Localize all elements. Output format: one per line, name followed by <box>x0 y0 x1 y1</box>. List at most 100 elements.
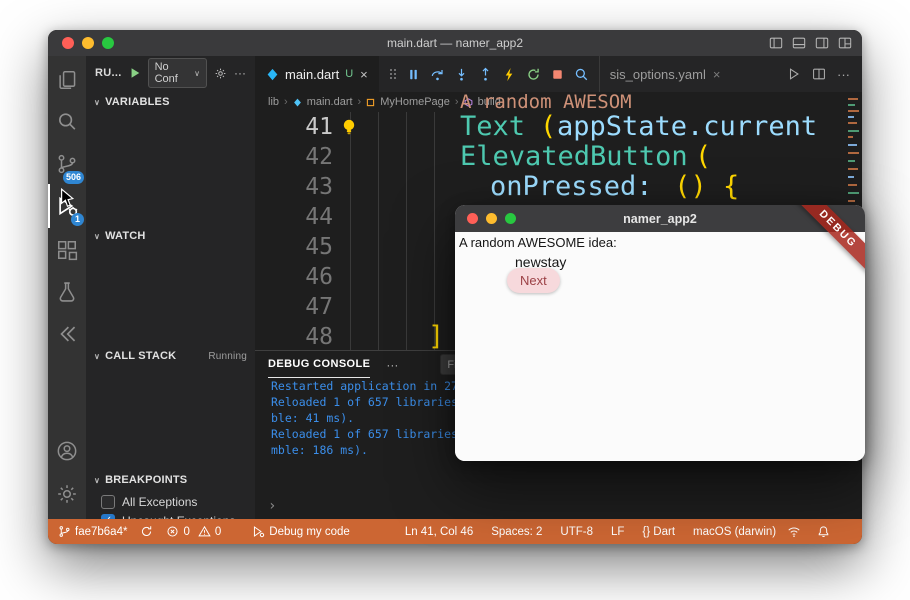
stop-icon[interactable] <box>550 67 565 82</box>
remote-icon[interactable] <box>787 525 801 538</box>
section-label: VARIABLES <box>105 96 170 108</box>
git-status-indicator: U <box>345 68 353 80</box>
breadcrumb-item-main-dart[interactable]: main.dart <box>307 96 353 108</box>
indentation[interactable]: Spaces: 2 <box>491 526 542 538</box>
section-variables[interactable]: ∨ VARIABLES <box>86 92 255 112</box>
sync-status[interactable] <box>140 525 153 538</box>
split-editor-icon[interactable] <box>812 67 826 81</box>
toggle-sidebar-icon[interactable] <box>769 36 783 50</box>
console-input-prompt[interactable]: › <box>268 498 276 514</box>
encoding[interactable]: UTF-8 <box>560 526 593 538</box>
toolbar-grip-icon[interactable] <box>389 67 397 81</box>
run-file-icon[interactable] <box>787 67 801 81</box>
activity-search[interactable] <box>48 100 86 144</box>
section-watch[interactable]: ∨ WATCH <box>86 226 255 246</box>
breakpoint-label: All Exceptions <box>122 495 197 509</box>
dart-file-icon <box>266 68 279 81</box>
lightbulb-icon[interactable] <box>341 118 357 136</box>
fullscreen-window-button[interactable] <box>505 213 516 224</box>
step-over-icon[interactable] <box>430 67 445 82</box>
activity-settings[interactable] <box>48 472 86 516</box>
minimize-window-button[interactable] <box>82 37 94 49</box>
double-chevron-icon <box>56 323 78 345</box>
close-tab-icon[interactable]: × <box>360 67 368 82</box>
sync-icon <box>140 525 153 538</box>
cursor-position[interactable]: Ln 41, Col 46 <box>405 526 473 538</box>
editor-status-group: Ln 41, Col 46 Spaces: 2 UTF-8 LF {} Dart… <box>405 526 776 538</box>
code-token: ] <box>428 322 444 350</box>
widget-inspector-icon[interactable] <box>574 67 589 82</box>
app-window-title: namer_app2 <box>623 212 697 226</box>
next-button[interactable]: Next <box>507 268 560 293</box>
section-call-stack[interactable]: ∨ CALL STACK Running <box>86 346 255 366</box>
eol-sequence[interactable]: LF <box>611 526 624 538</box>
close-window-button[interactable] <box>467 213 478 224</box>
run-debug-header: RU... No Conf ∨ ··· <box>86 56 255 90</box>
activity-testing[interactable] <box>48 270 86 314</box>
close-window-button[interactable] <box>62 37 74 49</box>
tab-debug-console[interactable]: DEBUG CONSOLE <box>268 351 370 378</box>
tab-analysis-options[interactable]: sis_options.yaml × <box>599 56 731 92</box>
git-branch-status[interactable]: fae7b6a4* <box>58 525 127 538</box>
activity-source-control[interactable]: 506 <box>48 142 86 186</box>
line-number: 43 <box>255 172 333 202</box>
checkbox-unchecked[interactable] <box>101 495 115 509</box>
toggle-secondary-sidebar-icon[interactable] <box>815 36 829 50</box>
tab-main-dart[interactable]: main.dart U × <box>255 56 379 92</box>
braces-icon: {} <box>642 526 650 538</box>
os-target[interactable]: macOS (darwin) <box>693 526 776 538</box>
launch-config-dropdown[interactable]: No Conf ∨ <box>148 58 207 88</box>
fullscreen-window-button[interactable] <box>102 37 114 49</box>
breadcrumb-separator: › <box>284 96 288 108</box>
status-bar: fae7b6a4* 0 0 Debug my code Ln 41, Col 4… <box>48 519 862 544</box>
more-actions-icon[interactable]: ··· <box>234 66 246 80</box>
step-out-icon[interactable] <box>478 67 493 82</box>
activity-bar: 506 1 <box>48 56 86 519</box>
code-line-43: 43 onPressed: () { <box>255 172 845 202</box>
debug-icon <box>252 525 265 538</box>
run-panel-title: RU... <box>95 67 122 79</box>
hot-reload-icon[interactable] <box>502 67 517 82</box>
chevron-down-icon: ∨ <box>94 352 100 361</box>
bell-icon[interactable] <box>817 525 830 538</box>
code-token: ( <box>695 142 711 172</box>
more-actions-icon[interactable]: ··· <box>837 67 850 82</box>
branch-icon <box>58 525 71 538</box>
close-tab-icon[interactable]: × <box>713 67 721 82</box>
activity-account[interactable] <box>48 429 86 473</box>
activity-flutter[interactable] <box>48 312 86 356</box>
launch-config-value: No Conf <box>155 61 190 85</box>
line-number: 44 <box>255 202 333 232</box>
activity-extensions[interactable] <box>48 228 86 272</box>
extensions-icon <box>56 239 78 261</box>
restart-icon[interactable] <box>526 67 541 82</box>
problems-status[interactable]: 0 0 <box>166 525 221 538</box>
chevron-down-icon: ∨ <box>94 476 100 485</box>
customize-layout-icon[interactable] <box>838 36 852 50</box>
idea-label: A random AWESOME idea: <box>459 235 617 250</box>
clipped-code-line: A random AWESOM <box>460 92 632 112</box>
status-right-icons <box>787 525 852 538</box>
code-token: ( <box>540 112 556 142</box>
more-actions-icon[interactable]: ··· <box>386 358 398 372</box>
debug-config-status[interactable]: Debug my code <box>252 525 350 538</box>
flutter-app-window: namer_app2 A random AWESOME idea: newsta… <box>455 205 865 461</box>
pause-icon[interactable] <box>406 67 421 82</box>
section-label: WATCH <box>105 230 146 242</box>
activity-explorer[interactable] <box>48 58 86 102</box>
breadcrumb-separator: › <box>455 96 459 108</box>
minimize-window-button[interactable] <box>486 213 497 224</box>
breadcrumb-item-myhomepage[interactable]: MyHomePage <box>380 96 450 108</box>
language-mode[interactable]: {} Dart <box>642 526 675 538</box>
configure-gear-icon[interactable] <box>214 67 227 80</box>
start-debug-icon[interactable] <box>129 67 141 79</box>
gear-icon <box>56 483 78 505</box>
warning-count: 0 <box>215 526 221 538</box>
step-into-icon[interactable] <box>454 67 469 82</box>
line-number: 42 <box>255 142 333 172</box>
toggle-panel-icon[interactable] <box>792 36 806 50</box>
breadcrumb-item-lib[interactable]: lib <box>268 96 279 108</box>
call-stack-state: Running <box>208 351 247 362</box>
section-breakpoints[interactable]: ∨ BREAKPOINTS <box>86 470 255 490</box>
breakpoint-all-exceptions[interactable]: All Exceptions <box>86 492 255 511</box>
